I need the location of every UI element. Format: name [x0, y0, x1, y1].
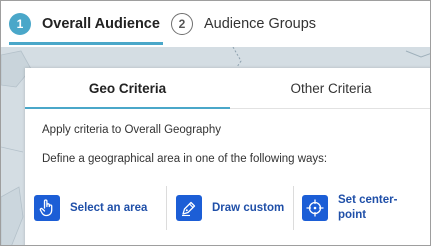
- option-divider: [293, 186, 294, 230]
- step-number-badge: 2: [171, 13, 193, 35]
- option-divider: [166, 186, 167, 230]
- step-label: Overall Audience: [42, 16, 160, 32]
- geography-instruction: Apply criteria to Overall Geography: [42, 124, 221, 136]
- pen-icon: [176, 195, 202, 221]
- active-step-underline: [9, 42, 163, 45]
- active-tab-underline: [25, 107, 230, 109]
- criteria-panel: Geo Criteria Other Criteria Apply criter…: [25, 68, 430, 245]
- select-area-button[interactable]: Select an area: [34, 188, 147, 228]
- step-tab-audience-groups[interactable]: 2 Audience Groups: [171, 1, 341, 47]
- tab-divider: [230, 108, 430, 109]
- set-center-point-button[interactable]: Set center-point: [302, 188, 408, 228]
- tab-geo-criteria[interactable]: Geo Criteria: [25, 68, 230, 109]
- hand-pointer-icon: [34, 195, 60, 221]
- audience-builder-window: 1 Overall Audience 2 Audience Groups Geo…: [0, 0, 431, 246]
- define-area-instruction: Define a geographical area in one of the…: [42, 153, 328, 165]
- step-label: Audience Groups: [204, 16, 317, 32]
- select-area-label: Select an area: [70, 201, 148, 214]
- draw-custom-label: Draw custom: [212, 201, 285, 214]
- draw-custom-button[interactable]: Draw custom: [176, 188, 284, 228]
- step-number-badge: 1: [9, 13, 31, 35]
- crosshair-icon: [302, 195, 328, 221]
- set-center-point-label: Set center-point: [338, 194, 398, 221]
- step-tab-overall-audience[interactable]: 1 Overall Audience: [9, 1, 163, 47]
- tab-other-criteria[interactable]: Other Criteria: [230, 68, 430, 109]
- step-tabs: 1 Overall Audience 2 Audience Groups: [1, 1, 430, 47]
